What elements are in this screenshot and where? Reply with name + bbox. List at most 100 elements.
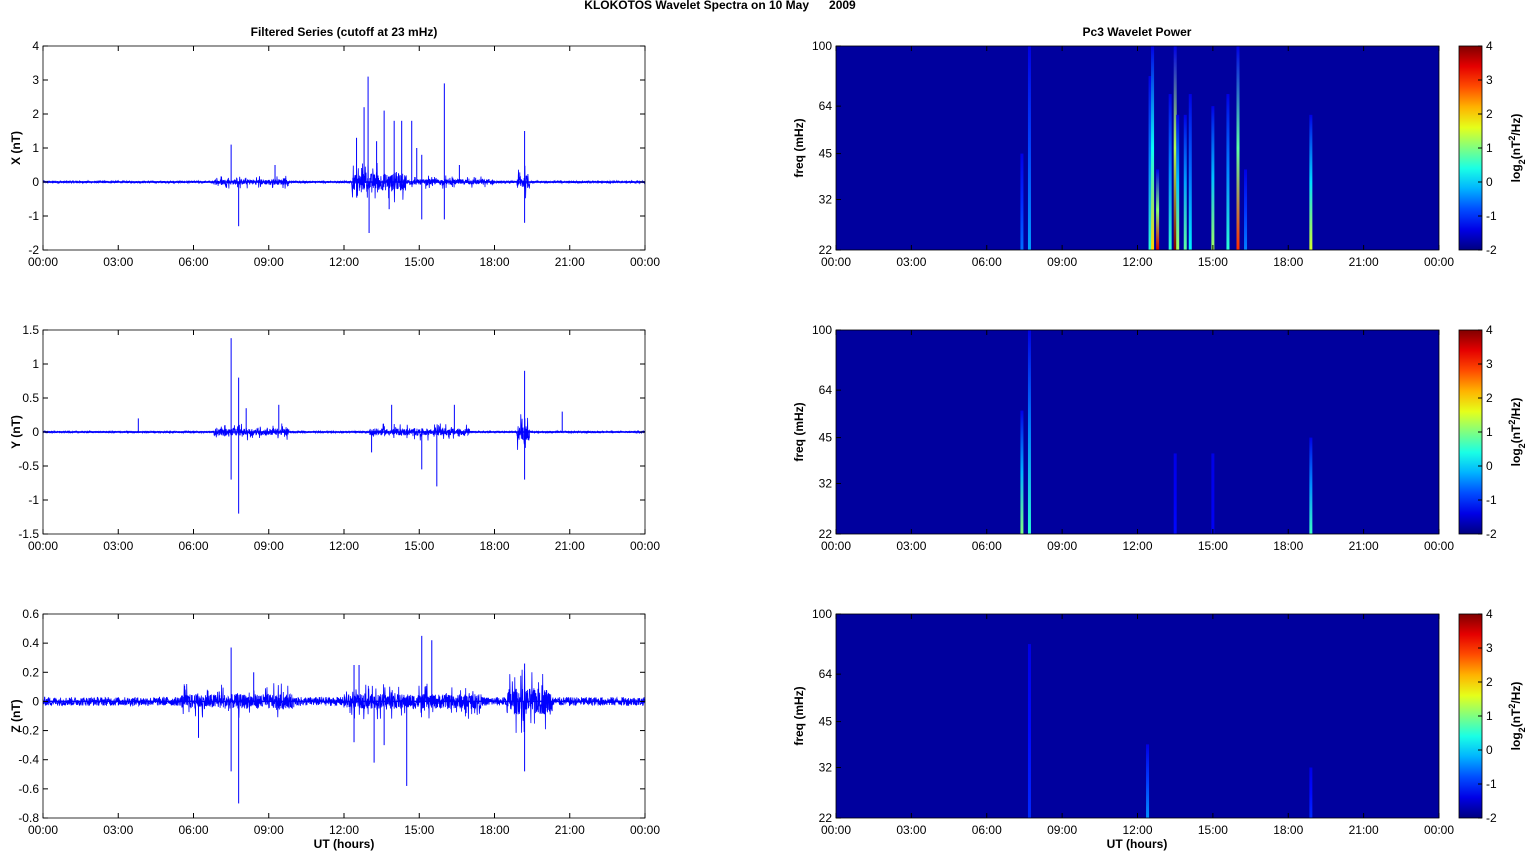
wavelet-power-mark <box>1226 94 1230 251</box>
wavelet-power-mark <box>1173 453 1177 534</box>
y-tick-label: 32 <box>819 761 833 775</box>
wavelet-power-mark <box>1168 94 1172 251</box>
y-tick-label: 1.5 <box>22 323 39 337</box>
y-tick-label: 100 <box>812 39 832 53</box>
label-part: log <box>1509 732 1523 750</box>
colorbar-tick-label: 3 <box>1486 357 1493 371</box>
x-tick-label: 06:00 <box>972 255 1002 269</box>
y-tick-label: 64 <box>819 667 833 681</box>
x-tick-label: 03:00 <box>103 539 133 553</box>
y-tick-label: 2 <box>32 107 39 121</box>
x-tick-label: 06:00 <box>972 539 1002 553</box>
x-tick-label: 06:00 <box>178 539 208 553</box>
figure: KLOKOTOS Wavelet Spectra on 10 May 2009 … <box>9 0 1526 851</box>
wavelet-power-mark <box>1027 644 1031 818</box>
x-tick-label: 03:00 <box>896 539 926 553</box>
x-tick-label: 06:00 <box>178 823 208 837</box>
y-tick-label: -0.6 <box>18 782 39 796</box>
x-tick-label: 12:00 <box>1122 255 1152 269</box>
y-tick-label: -0.5 <box>18 459 39 473</box>
heatmap-background <box>836 330 1439 534</box>
wavelet-power-mark <box>1236 46 1240 250</box>
y-tick-label: 32 <box>819 477 833 491</box>
colorbar: 4 3 2 1 0 -1 -2 log2(nT2/Hz) <box>1458 323 1526 541</box>
wavelet-power-mark <box>1211 453 1215 534</box>
label-part: /Hz) <box>1509 682 1523 704</box>
heatmap-background <box>836 46 1439 250</box>
colorbar-tick-label: 1 <box>1486 141 1493 155</box>
x-tick-label: 00:00 <box>1424 823 1454 837</box>
x-tick-label: 00:00 <box>28 823 58 837</box>
y-tick-label: 0 <box>32 175 39 189</box>
colorbar-tick-label: 2 <box>1486 675 1493 689</box>
wavelet-panel-Z: 10064453222freq (mHz)00:00 03:00 06:00 09:0… <box>792 607 1526 837</box>
x-tick-label: 12:00 <box>1122 823 1152 837</box>
heatmap-background <box>836 614 1439 818</box>
colorbar-tick-label: -1 <box>1486 777 1497 791</box>
wavelet-power-mark <box>1309 767 1313 818</box>
colorbar-tick-label: -2 <box>1486 527 1497 541</box>
colorbar-tick-label: 3 <box>1486 73 1493 87</box>
y-tick-label: -1 <box>28 209 39 223</box>
x-tick-label: 00:00 <box>630 539 660 553</box>
colorbar-tick-label: 4 <box>1486 607 1493 621</box>
wavelet-power-mark <box>1309 114 1313 250</box>
wavelet-panel-Y: 10064453222freq (mHz)00:00 03:00 06:00 09:0… <box>792 323 1526 553</box>
x-tick-label: 21:00 <box>1349 823 1379 837</box>
colorbar: 4 3 2 1 0 -1 -2 log2(nT2/Hz) <box>1458 39 1526 257</box>
x-tick-label: 18:00 <box>1273 539 1303 553</box>
y-tick-label: 0.2 <box>22 665 39 679</box>
x-tick-label: 09:00 <box>254 539 284 553</box>
y-tick-label: 32 <box>819 193 833 207</box>
right-x-axis-label: UT (hours) <box>1107 837 1168 851</box>
x-tick-label: 18:00 <box>479 255 509 269</box>
x-tick-label: 18:00 <box>1273 255 1303 269</box>
wavelet-panel-X: 10064453222freq (mHz)00:00 03:00 06:00 09:0… <box>792 39 1526 269</box>
y-tick-label: 3 <box>32 73 39 87</box>
wavelet-power-mark <box>1309 437 1313 534</box>
colorbar-tick-label: 1 <box>1486 709 1493 723</box>
y-tick-label: 0.5 <box>22 391 39 405</box>
y-tick-label: 64 <box>819 383 833 397</box>
x-tick-label: 03:00 <box>103 823 133 837</box>
y-axis-label: Y (nT) <box>9 415 23 449</box>
y-axis-label: Z (nT) <box>9 699 23 732</box>
x-tick-label: 00:00 <box>630 255 660 269</box>
y-tick-label: 1 <box>32 141 39 155</box>
timeseries-panel-Y: 1.510.50-0.5-1-1.5Y (nT)00:00 03:00 06:00 0… <box>9 323 660 553</box>
x-tick-label: 18:00 <box>1273 823 1303 837</box>
x-tick-label: 18:00 <box>479 823 509 837</box>
x-tick-label: 18:00 <box>479 539 509 553</box>
x-tick-label: 09:00 <box>1047 255 1077 269</box>
y-tick-label: 45 <box>819 431 833 445</box>
wavelet-power-mark <box>1020 153 1024 250</box>
timeseries-panel-Z: 0.60.40.20-0.2-0.4-0.6-0.8Z (nT)00:00 03:… <box>9 607 660 837</box>
x-tick-label: 06:00 <box>178 255 208 269</box>
wavelet-power-mark <box>1244 169 1248 250</box>
label-part: (nT <box>1509 424 1523 443</box>
x-tick-label: 21:00 <box>555 255 585 269</box>
x-tick-label: 00:00 <box>821 823 851 837</box>
x-tick-label: 12:00 <box>1122 539 1152 553</box>
x-tick-label: 21:00 <box>1349 255 1379 269</box>
colorbar-tick-label: -2 <box>1486 243 1497 257</box>
plot-area <box>43 46 645 250</box>
colorbar-tick-label: 0 <box>1486 175 1493 189</box>
label-part: /Hz) <box>1509 114 1523 136</box>
x-tick-label: 21:00 <box>555 539 585 553</box>
y-tick-label: 45 <box>819 147 833 161</box>
y-tick-label: 0 <box>32 425 39 439</box>
colorbar-tick-label: 4 <box>1486 323 1493 337</box>
x-tick-label: 03:00 <box>896 255 926 269</box>
x-tick-label: 15:00 <box>404 255 434 269</box>
x-tick-label: 00:00 <box>28 539 58 553</box>
wavelet-power-mark <box>1188 94 1192 251</box>
y-tick-label: 0 <box>32 694 39 708</box>
colorbar-tick-label: -1 <box>1486 209 1497 223</box>
figure-title: KLOKOTOS Wavelet Spectra on 10 May 2009 <box>584 0 856 12</box>
y-tick-label: 64 <box>819 99 833 113</box>
x-tick-label: 15:00 <box>1198 255 1228 269</box>
x-tick-label: 09:00 <box>254 255 284 269</box>
y-tick-label: 1 <box>32 357 39 371</box>
wavelet-power-mark <box>1211 106 1215 250</box>
